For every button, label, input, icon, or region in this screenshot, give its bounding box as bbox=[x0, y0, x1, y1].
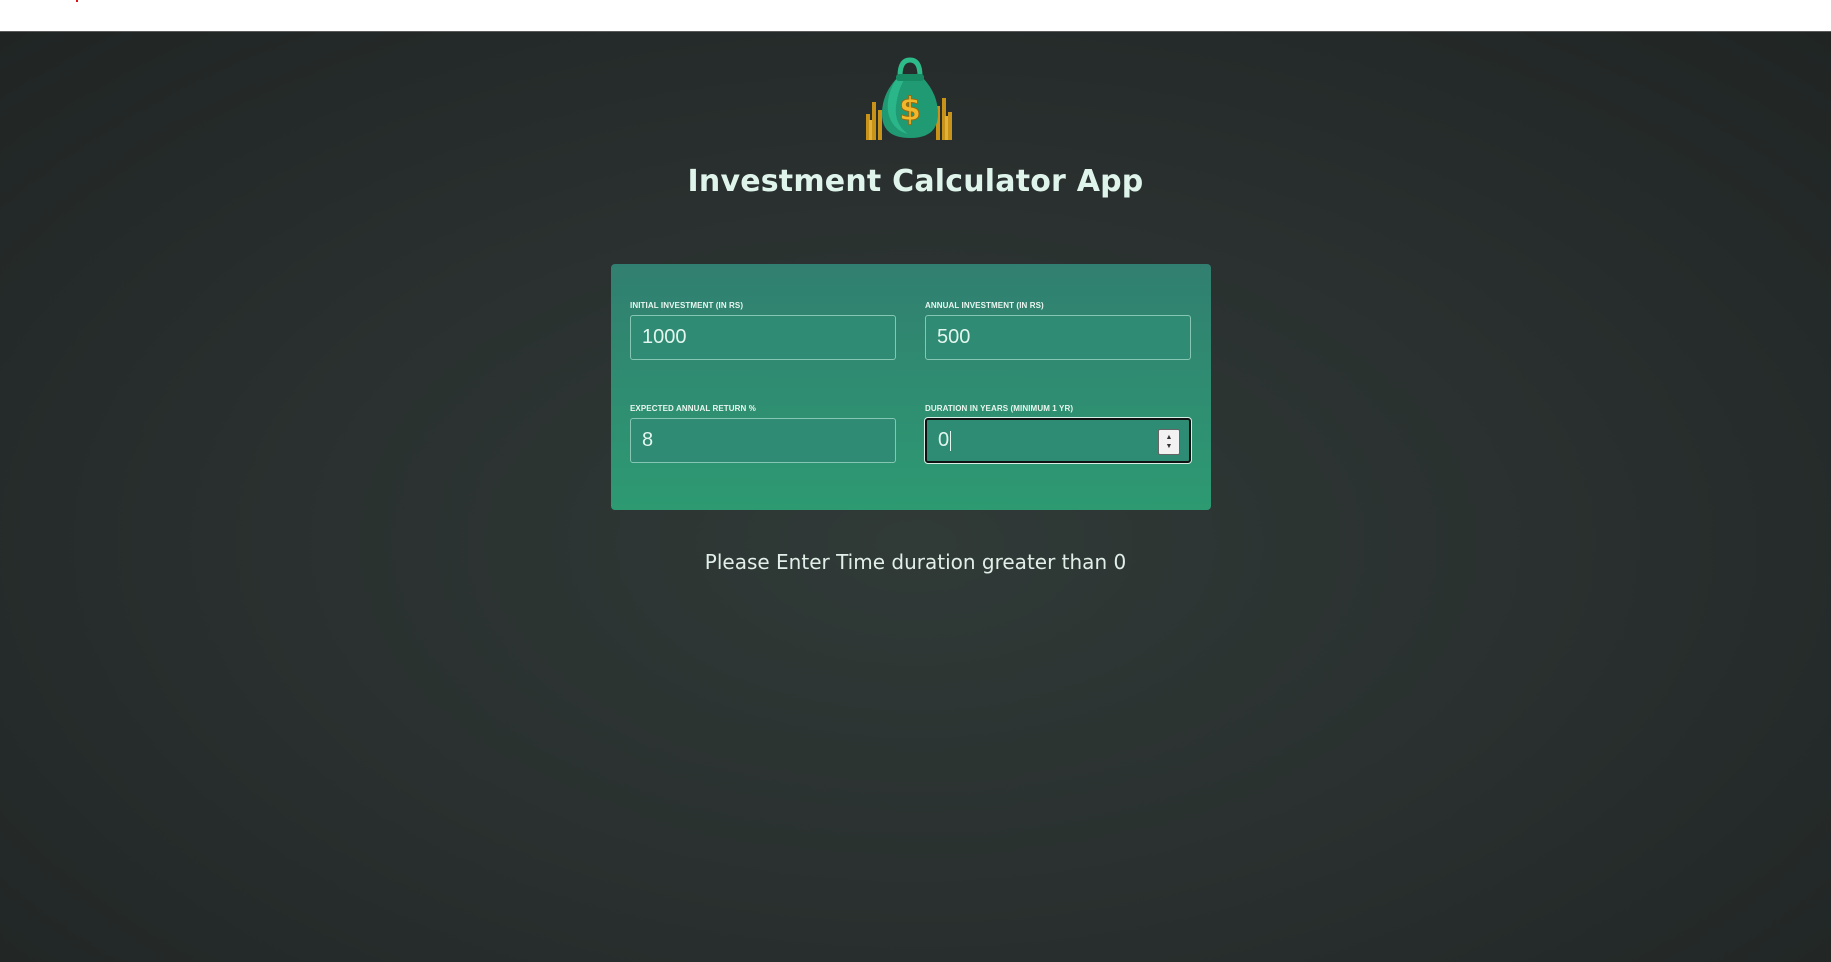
annual-investment-group: ANNUAL INVESTMENT (IN RS) 500 bbox=[925, 301, 1191, 360]
duration-value: 0 bbox=[938, 429, 950, 451]
duration-group: DURATION IN YEARS (MINIMUM 1 YR) 0 ▲ ▼ bbox=[925, 404, 1191, 463]
expected-return-label: EXPECTED ANNUAL RETURN % bbox=[630, 404, 756, 413]
expected-return-value: 8 bbox=[642, 429, 654, 451]
initial-investment-value: 1000 bbox=[642, 326, 687, 348]
page-title: Investment Calculator App bbox=[687, 164, 1144, 199]
annual-investment-value: 500 bbox=[937, 326, 971, 348]
expected-return-input[interactable]: 8 bbox=[630, 418, 896, 463]
money-bag-icon: $ bbox=[866, 57, 952, 140]
duration-input[interactable]: 0 ▲ ▼ bbox=[925, 418, 1191, 463]
browser-top-bar bbox=[0, 0, 1831, 32]
validation-message: Please Enter Time duration greater than … bbox=[704, 550, 1127, 574]
spinner-down-icon[interactable]: ▼ bbox=[1166, 442, 1173, 451]
initial-investment-input[interactable]: 1000 bbox=[630, 315, 896, 360]
annual-investment-label: ANNUAL INVESTMENT (IN RS) bbox=[925, 301, 1044, 310]
red-dot-mark bbox=[76, 0, 78, 2]
initial-investment-label: INITIAL INVESTMENT (IN RS) bbox=[630, 301, 744, 310]
annual-investment-input[interactable]: 500 bbox=[925, 315, 1191, 360]
initial-investment-group: INITIAL INVESTMENT (IN RS) 1000 bbox=[630, 301, 896, 360]
input-card: INITIAL INVESTMENT (IN RS) 1000 ANNUAL I… bbox=[611, 264, 1211, 510]
svg-text:$: $ bbox=[899, 90, 921, 128]
duration-label: DURATION IN YEARS (MINIMUM 1 YR) bbox=[925, 404, 1074, 413]
text-caret bbox=[950, 430, 952, 451]
number-spinner[interactable]: ▲ ▼ bbox=[1158, 429, 1180, 455]
expected-return-group: EXPECTED ANNUAL RETURN % 8 bbox=[630, 404, 896, 463]
app-container: $ Investment Calculator App INITIAL INVE… bbox=[0, 32, 1831, 962]
spinner-up-icon[interactable]: ▲ bbox=[1166, 433, 1173, 442]
